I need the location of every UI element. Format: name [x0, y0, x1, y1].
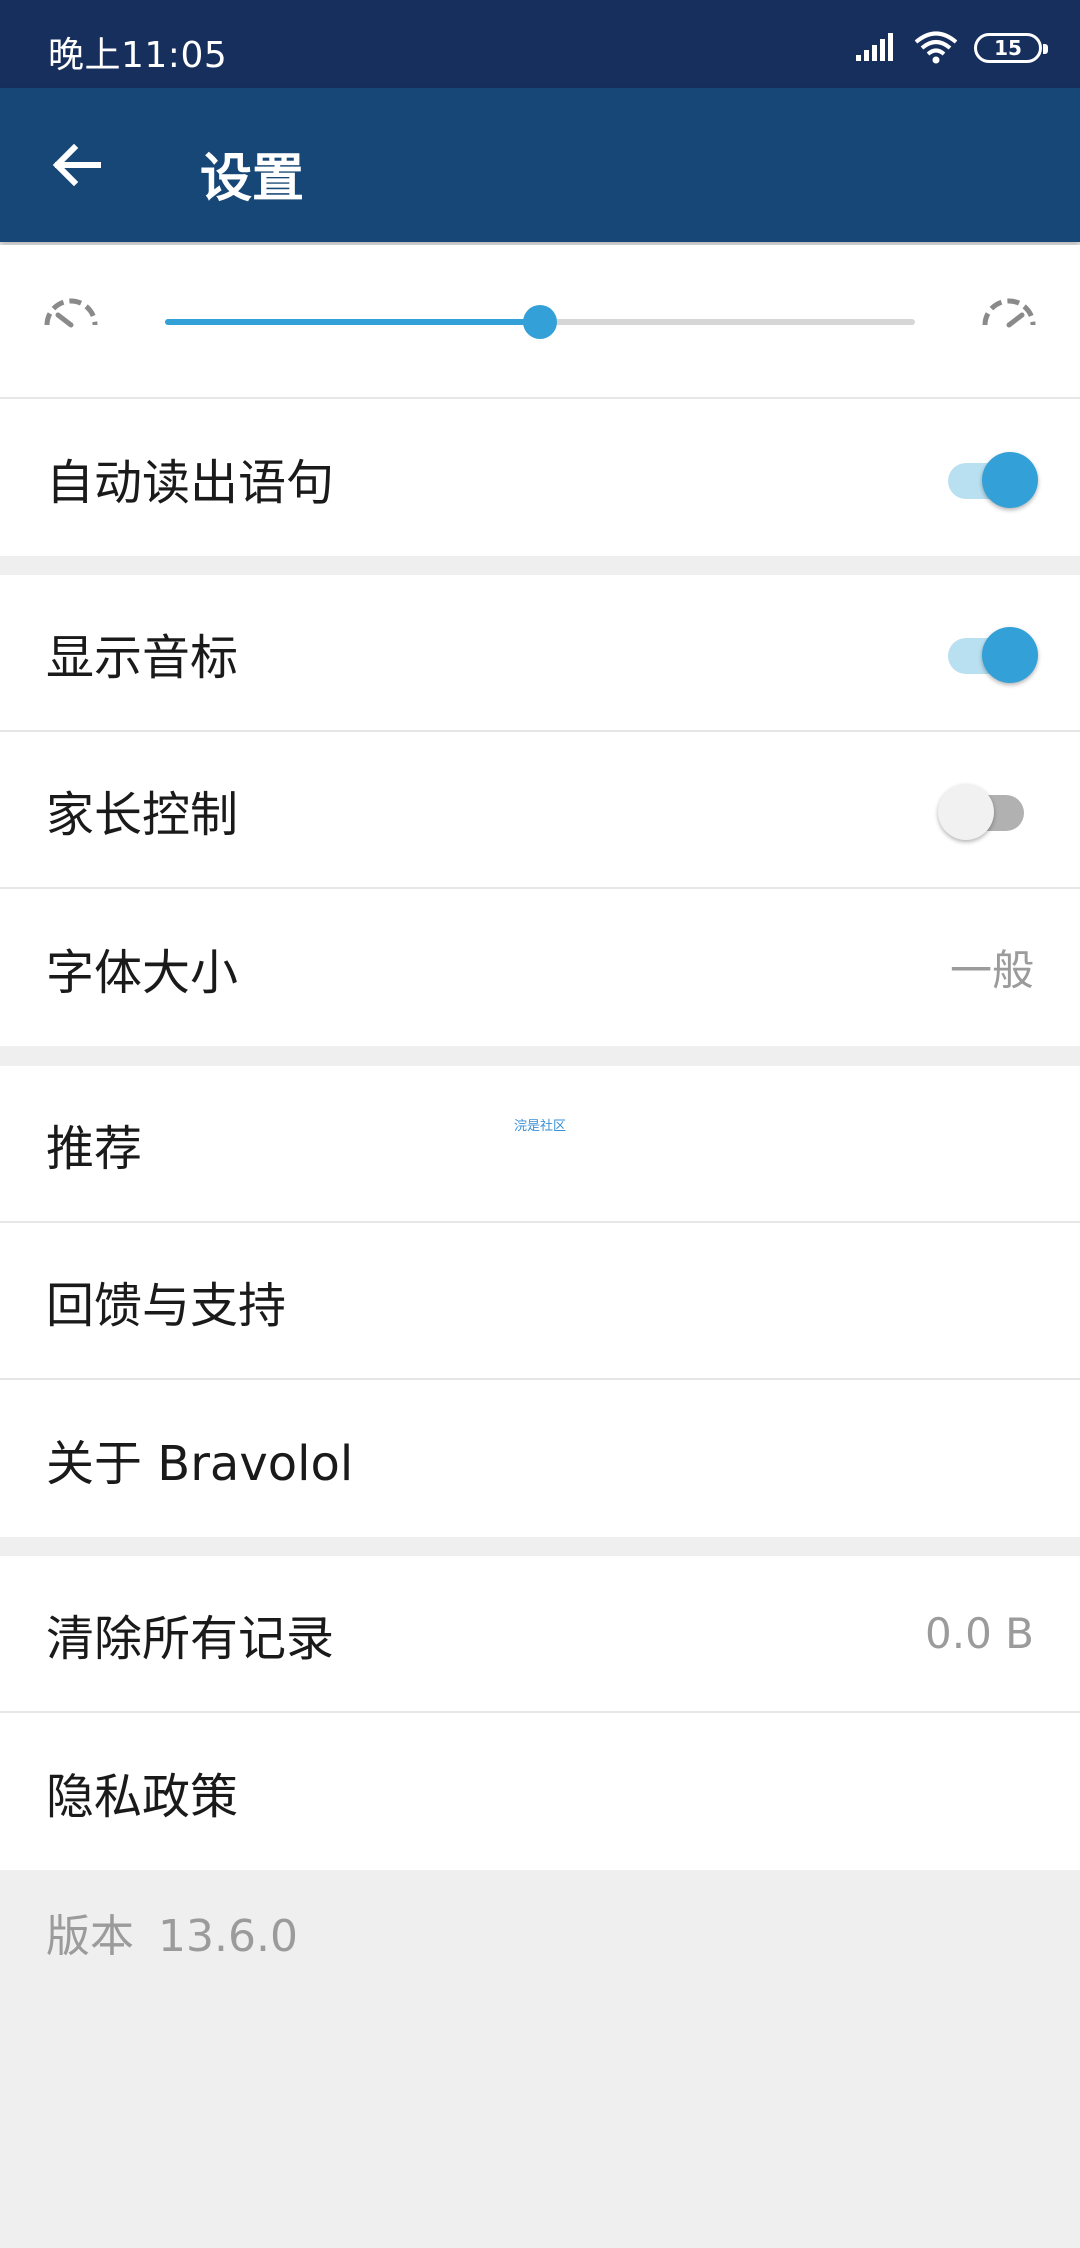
show-phonetic-row[interactable]: 显示音标 [0, 575, 1080, 732]
show-phonetic-label: 显示音标 [46, 629, 239, 686]
clear-records-value: 0.0 B [925, 1609, 1034, 1658]
parental-control-row[interactable]: 家长控制 [0, 732, 1080, 889]
back-button[interactable] [40, 128, 114, 202]
feedback-label: 回馈与支持 [46, 1277, 287, 1334]
signal-icon [856, 33, 893, 61]
battery-level: 15 [994, 36, 1022, 60]
watermark-text: 浣是社区 [514, 1119, 567, 1134]
parental-control-toggle[interactable] [938, 783, 1028, 840]
speed-slow-icon [44, 298, 98, 328]
version-info: 版本 13.6.0 [46, 1900, 298, 1964]
speed-slider-thumb[interactable] [523, 305, 557, 339]
font-size-label: 字体大小 [46, 944, 239, 1001]
font-size-row[interactable]: 字体大小 一般 [0, 889, 1080, 1046]
version-label: 版本 [46, 1911, 134, 1962]
status-icons: 15 [856, 28, 1048, 68]
speed-slider-fill [165, 319, 540, 325]
auto-read-row[interactable]: 自动读出语句 [0, 399, 1080, 556]
clear-records-row[interactable]: 清除所有记录 0.0 B [0, 1556, 1080, 1713]
arrow-left-icon [52, 144, 101, 186]
privacy-label: 隐私政策 [46, 1768, 239, 1825]
recommend-label: 推荐 [46, 1120, 143, 1177]
font-size-value: 一般 [949, 946, 1034, 995]
parental-control-label: 家长控制 [46, 786, 239, 843]
clear-records-label: 清除所有记录 [46, 1610, 335, 1667]
about-row[interactable]: 关于 Bravolol [0, 1380, 1080, 1537]
speech-settings-card: 自动读出语句 [0, 245, 1080, 556]
auto-read-label: 自动读出语句 [46, 454, 335, 511]
status-bar: 晚上11:05 15 [0, 0, 1080, 88]
speed-fast-icon [982, 298, 1036, 328]
data-card: 清除所有记录 0.0 B 隐私政策 [0, 1556, 1080, 1870]
toggle-knob [938, 783, 994, 840]
display-settings-card: 显示音标 家长控制 字体大小 一般 [0, 575, 1080, 1046]
privacy-row[interactable]: 隐私政策 [0, 1713, 1080, 1870]
info-card: 推荐 回馈与支持 关于 Bravolol [0, 1066, 1080, 1537]
about-label: 关于 Bravolol [46, 1435, 354, 1492]
status-time: 晚上11:05 [48, 35, 228, 76]
page-title: 设置 [200, 149, 305, 209]
auto-read-toggle[interactable] [942, 451, 1038, 508]
wifi-icon [914, 31, 958, 64]
toggle-knob [982, 626, 1038, 683]
feedback-row[interactable]: 回馈与支持 [0, 1223, 1080, 1380]
speed-slider[interactable] [165, 305, 915, 339]
speech-speed-row [0, 245, 1080, 399]
app-bar: 设置 [0, 88, 1080, 242]
battery-icon: 15 [974, 33, 1048, 63]
version-number: 13.6.0 [158, 1911, 298, 1962]
recommend-row[interactable]: 推荐 [0, 1066, 1080, 1223]
toggle-knob [982, 451, 1038, 508]
show-phonetic-toggle[interactable] [942, 626, 1038, 683]
